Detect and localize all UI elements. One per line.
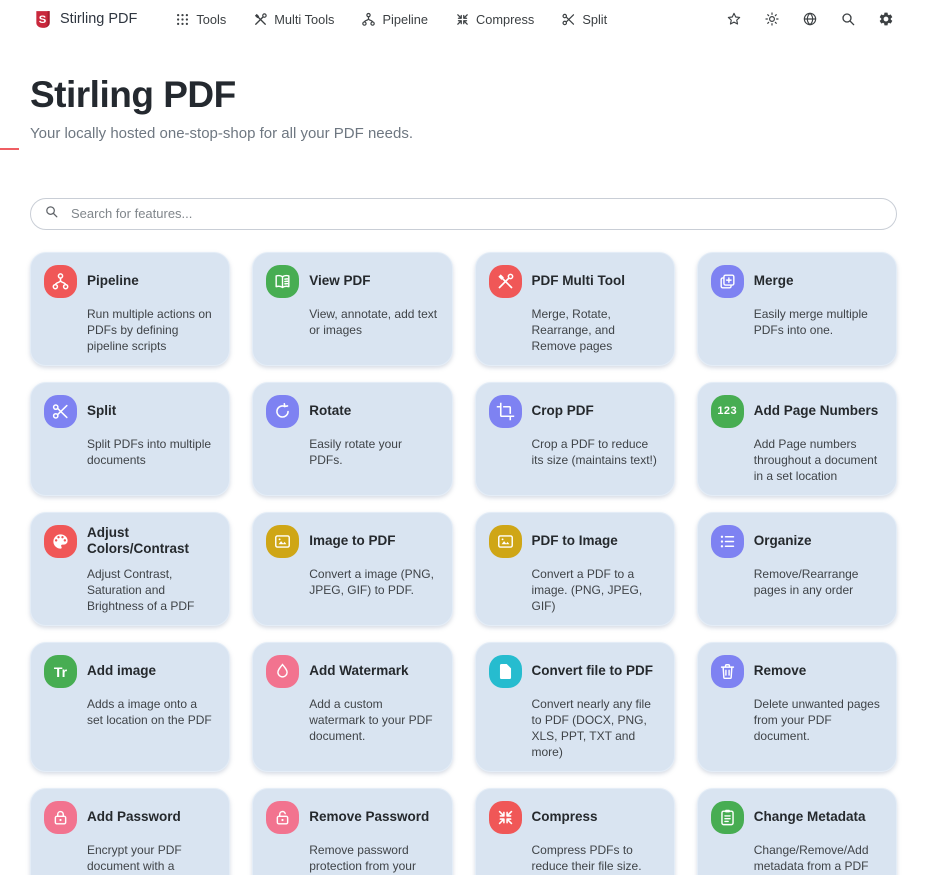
navbar: S Stirling PDF Tools Multi Tools Pipelin… <box>0 0 927 36</box>
card-pdf-to-image[interactable]: PDF to Image Convert a PDF to a image. (… <box>475 512 675 627</box>
star-icon <box>726 11 742 27</box>
card-change-metadata[interactable]: Change Metadata Change/Remove/Add metada… <box>697 788 897 875</box>
language-button[interactable] <box>802 11 818 27</box>
nav-actions <box>726 11 894 27</box>
brand[interactable]: S Stirling PDF <box>33 9 137 30</box>
globe-icon <box>802 11 818 27</box>
palette-icon <box>44 525 77 558</box>
clipboard-icon <box>711 801 744 834</box>
feature-grid: Pipeline Run multiple actions on PDFs by… <box>30 252 897 875</box>
feature-search <box>30 198 897 230</box>
card-add-image[interactable]: Tr Add image Adds a image onto a set loc… <box>30 642 230 772</box>
settings-button[interactable] <box>878 11 894 27</box>
file-icon <box>489 655 522 688</box>
nav-item-multi-tools[interactable]: Multi Tools <box>253 12 334 27</box>
card-add-password[interactable]: Add Password Encrypt your PDF document w… <box>30 788 230 875</box>
trash-icon <box>711 655 744 688</box>
card-view-pdf[interactable]: View PDF View, annotate, add text or ima… <box>252 252 452 366</box>
card-image-to-pdf[interactable]: Image to PDF Convert a image (PNG, JPEG,… <box>252 512 452 627</box>
text-format-icon: Tr <box>44 655 77 688</box>
nav-item-split[interactable]: Split <box>561 12 607 27</box>
scissors-icon <box>44 395 77 428</box>
rotate-icon <box>266 395 299 428</box>
gear-icon <box>878 11 894 27</box>
card-pdf-multi-tool[interactable]: PDF Multi Tool Merge, Rotate, Rearrange,… <box>475 252 675 366</box>
scissors-icon <box>561 12 576 27</box>
pipeline-icon <box>361 12 376 27</box>
sun-icon <box>764 11 780 27</box>
card-pipeline[interactable]: Pipeline Run multiple actions on PDFs by… <box>30 252 230 366</box>
compress-icon <box>455 12 470 27</box>
card-split[interactable]: Split Split PDFs into multiple documents <box>30 382 230 496</box>
search-button[interactable] <box>840 11 856 27</box>
lock-open-icon <box>266 801 299 834</box>
card-add-page-numbers[interactable]: 123 Add Page Numbers Add Page numbers th… <box>697 382 897 496</box>
nav-item-compress[interactable]: Compress <box>455 12 534 27</box>
page-numbers-icon: 123 <box>711 395 744 428</box>
card-merge[interactable]: Merge Easily merge multiple PDFs into on… <box>697 252 897 366</box>
hammer-wrench-icon <box>253 12 268 27</box>
merge-icon <box>711 265 744 298</box>
card-convert-file-to-pdf[interactable]: Convert file to PDF Convert nearly any f… <box>475 642 675 772</box>
list-icon <box>711 525 744 558</box>
image-icon <box>489 525 522 558</box>
crop-icon <box>489 395 522 428</box>
card-add-watermark[interactable]: Add Watermark Add a custom watermark to … <box>252 642 452 772</box>
apps-grid-icon <box>175 12 190 27</box>
search-input[interactable] <box>69 205 883 222</box>
nav-menu: Tools Multi Tools Pipeline Compress Spli… <box>175 12 607 27</box>
accent-mark <box>0 148 19 150</box>
card-rotate[interactable]: Rotate Easily rotate your PDFs. <box>252 382 452 496</box>
card-compress[interactable]: Compress Compress PDFs to reduce their f… <box>475 788 675 875</box>
droplet-icon <box>266 655 299 688</box>
lock-icon <box>44 801 77 834</box>
card-remove[interactable]: Remove Delete unwanted pages from your P… <box>697 642 897 772</box>
nav-item-tools[interactable]: Tools <box>175 12 226 27</box>
book-open-icon <box>266 265 299 298</box>
card-crop-pdf[interactable]: Crop PDF Crop a PDF to reduce its size (… <box>475 382 675 496</box>
favourites-button[interactable] <box>726 11 742 27</box>
search-icon <box>840 11 856 27</box>
compress-icon <box>489 801 522 834</box>
page-subtitle: Your locally hosted one-stop-shop for al… <box>30 125 897 142</box>
brand-name: Stirling PDF <box>60 11 137 27</box>
svg-text:S: S <box>39 13 47 25</box>
card-organize[interactable]: Organize Remove/Rearrange pages in any o… <box>697 512 897 627</box>
stirling-logo-icon: S <box>33 9 53 30</box>
nav-item-pipeline[interactable]: Pipeline <box>361 12 428 27</box>
card-remove-password[interactable]: Remove Password Remove password protecti… <box>252 788 452 875</box>
hammer-wrench-icon <box>489 265 522 298</box>
hero: Stirling PDF Your locally hosted one-sto… <box>0 74 927 142</box>
pipeline-icon <box>44 265 77 298</box>
search-icon <box>44 204 59 224</box>
page-title: Stirling PDF <box>30 74 897 117</box>
card-adjust-colors-contrast[interactable]: Adjust Colors/Contrast Adjust Contrast, … <box>30 512 230 627</box>
theme-toggle-button[interactable] <box>764 11 780 27</box>
image-icon <box>266 525 299 558</box>
